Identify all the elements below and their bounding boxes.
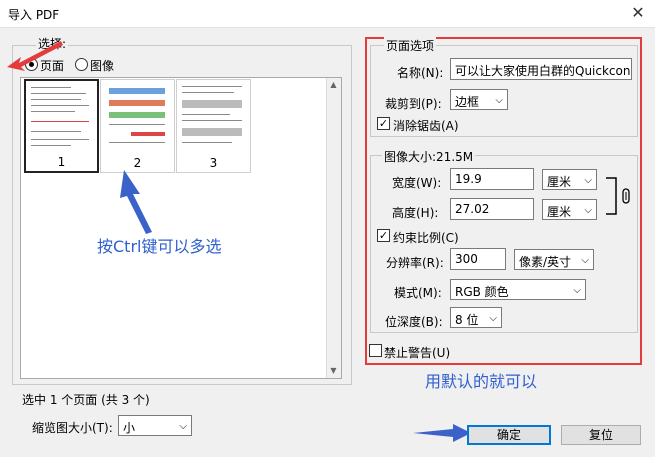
reset-button[interactable]: 复位: [561, 425, 641, 445]
image-radio[interactable]: [75, 58, 88, 71]
resolution-unit-select[interactable]: 像素/英寸 ⌵: [514, 249, 594, 270]
height-unit-value: 厘米: [547, 205, 572, 219]
scroll-down-icon[interactable]: ▼: [327, 366, 340, 375]
thumb-size-label: 缩览图大小(T):: [32, 421, 113, 435]
thumbnail-number: 1: [57, 155, 66, 169]
thumbnail-number: 2: [133, 156, 142, 170]
width-unit-value: 厘米: [547, 175, 572, 189]
antialias-checkbox[interactable]: ✓: [377, 117, 390, 130]
depth-select[interactable]: 8 位 ⌵: [450, 307, 502, 328]
selection-status: 选中 1 个页面 (共 3 个): [22, 393, 150, 407]
mode-label: 模式(M):: [394, 286, 442, 300]
name-label: 名称(N):: [397, 66, 444, 80]
image-size-legend: 图像大小:21.5M: [382, 148, 476, 165]
name-input[interactable]: 可以让大家使用白群的Quickconnect: [450, 58, 632, 80]
resolution-label: 分辨率(R):: [386, 256, 444, 270]
chevron-down-icon: ⌵: [584, 175, 592, 186]
thumbnail-page-3[interactable]: 3: [176, 79, 251, 173]
thumb-size-select[interactable]: 小 ⌵: [118, 415, 192, 436]
title-bar: [0, 0, 655, 28]
chevron-down-icon: ⌵: [489, 313, 497, 324]
ctrl-multiselect-annotation: 按Ctrl键可以多选: [97, 237, 222, 256]
mode-value: RGB 颜色: [455, 285, 509, 299]
default-annotation: 用默认的就可以: [425, 372, 538, 391]
chevron-down-icon: ⌵: [179, 421, 187, 432]
blue-arrow-right-icon: [413, 424, 471, 442]
red-arrow-icon: [7, 41, 63, 71]
thumbnail-scrollbar[interactable]: [326, 78, 341, 378]
constrain-checkbox[interactable]: ✓: [377, 229, 390, 242]
ok-button[interactable]: 确定: [467, 425, 551, 445]
resolution-unit-value: 像素/英寸: [519, 255, 572, 269]
antialias-label: 消除锯齿(A): [393, 119, 459, 133]
chevron-down-icon: ⌵: [495, 95, 503, 106]
thumbnail-page-2[interactable]: 2: [100, 79, 175, 173]
height-label: 高度(H):: [392, 206, 439, 220]
constrain-label: 约束比例(C): [393, 231, 459, 245]
width-input[interactable]: 19.9: [450, 168, 534, 190]
width-label: 宽度(W):: [392, 176, 442, 190]
chevron-down-icon: ⌵: [584, 205, 592, 216]
thumbnail-page-1[interactable]: 1: [24, 79, 99, 173]
window-title: 导入 PDF: [8, 8, 60, 22]
width-unit-select[interactable]: 厘米 ⌵: [542, 169, 597, 190]
scroll-up-icon[interactable]: ▲: [327, 80, 340, 89]
mode-select[interactable]: RGB 颜色 ⌵: [450, 279, 586, 300]
chevron-down-icon: ⌵: [573, 285, 581, 296]
crop-value: 边框: [455, 95, 480, 109]
close-icon[interactable]: ✕: [628, 2, 648, 24]
thumbnail-number: 3: [209, 156, 218, 170]
suppress-warnings-label: 禁止警告(U): [384, 346, 451, 360]
suppress-warnings-checkbox[interactable]: [369, 344, 382, 357]
image-radio-label: 图像: [90, 59, 115, 73]
thumb-size-value: 小: [123, 421, 136, 435]
blue-arrow-icon: [120, 170, 152, 234]
depth-value: 8 位: [455, 313, 479, 327]
depth-label: 位深度(B):: [385, 315, 443, 329]
chevron-down-icon: ⌵: [581, 255, 589, 266]
height-input[interactable]: 27.02: [450, 198, 534, 220]
page-options-legend: 页面选项: [384, 37, 437, 54]
crop-select[interactable]: 边框 ⌵: [450, 89, 508, 110]
crop-label: 裁剪到(P):: [385, 97, 442, 111]
link-bracket-icon: [606, 177, 630, 215]
height-unit-select[interactable]: 厘米 ⌵: [542, 199, 597, 220]
resolution-input[interactable]: 300: [450, 248, 506, 270]
